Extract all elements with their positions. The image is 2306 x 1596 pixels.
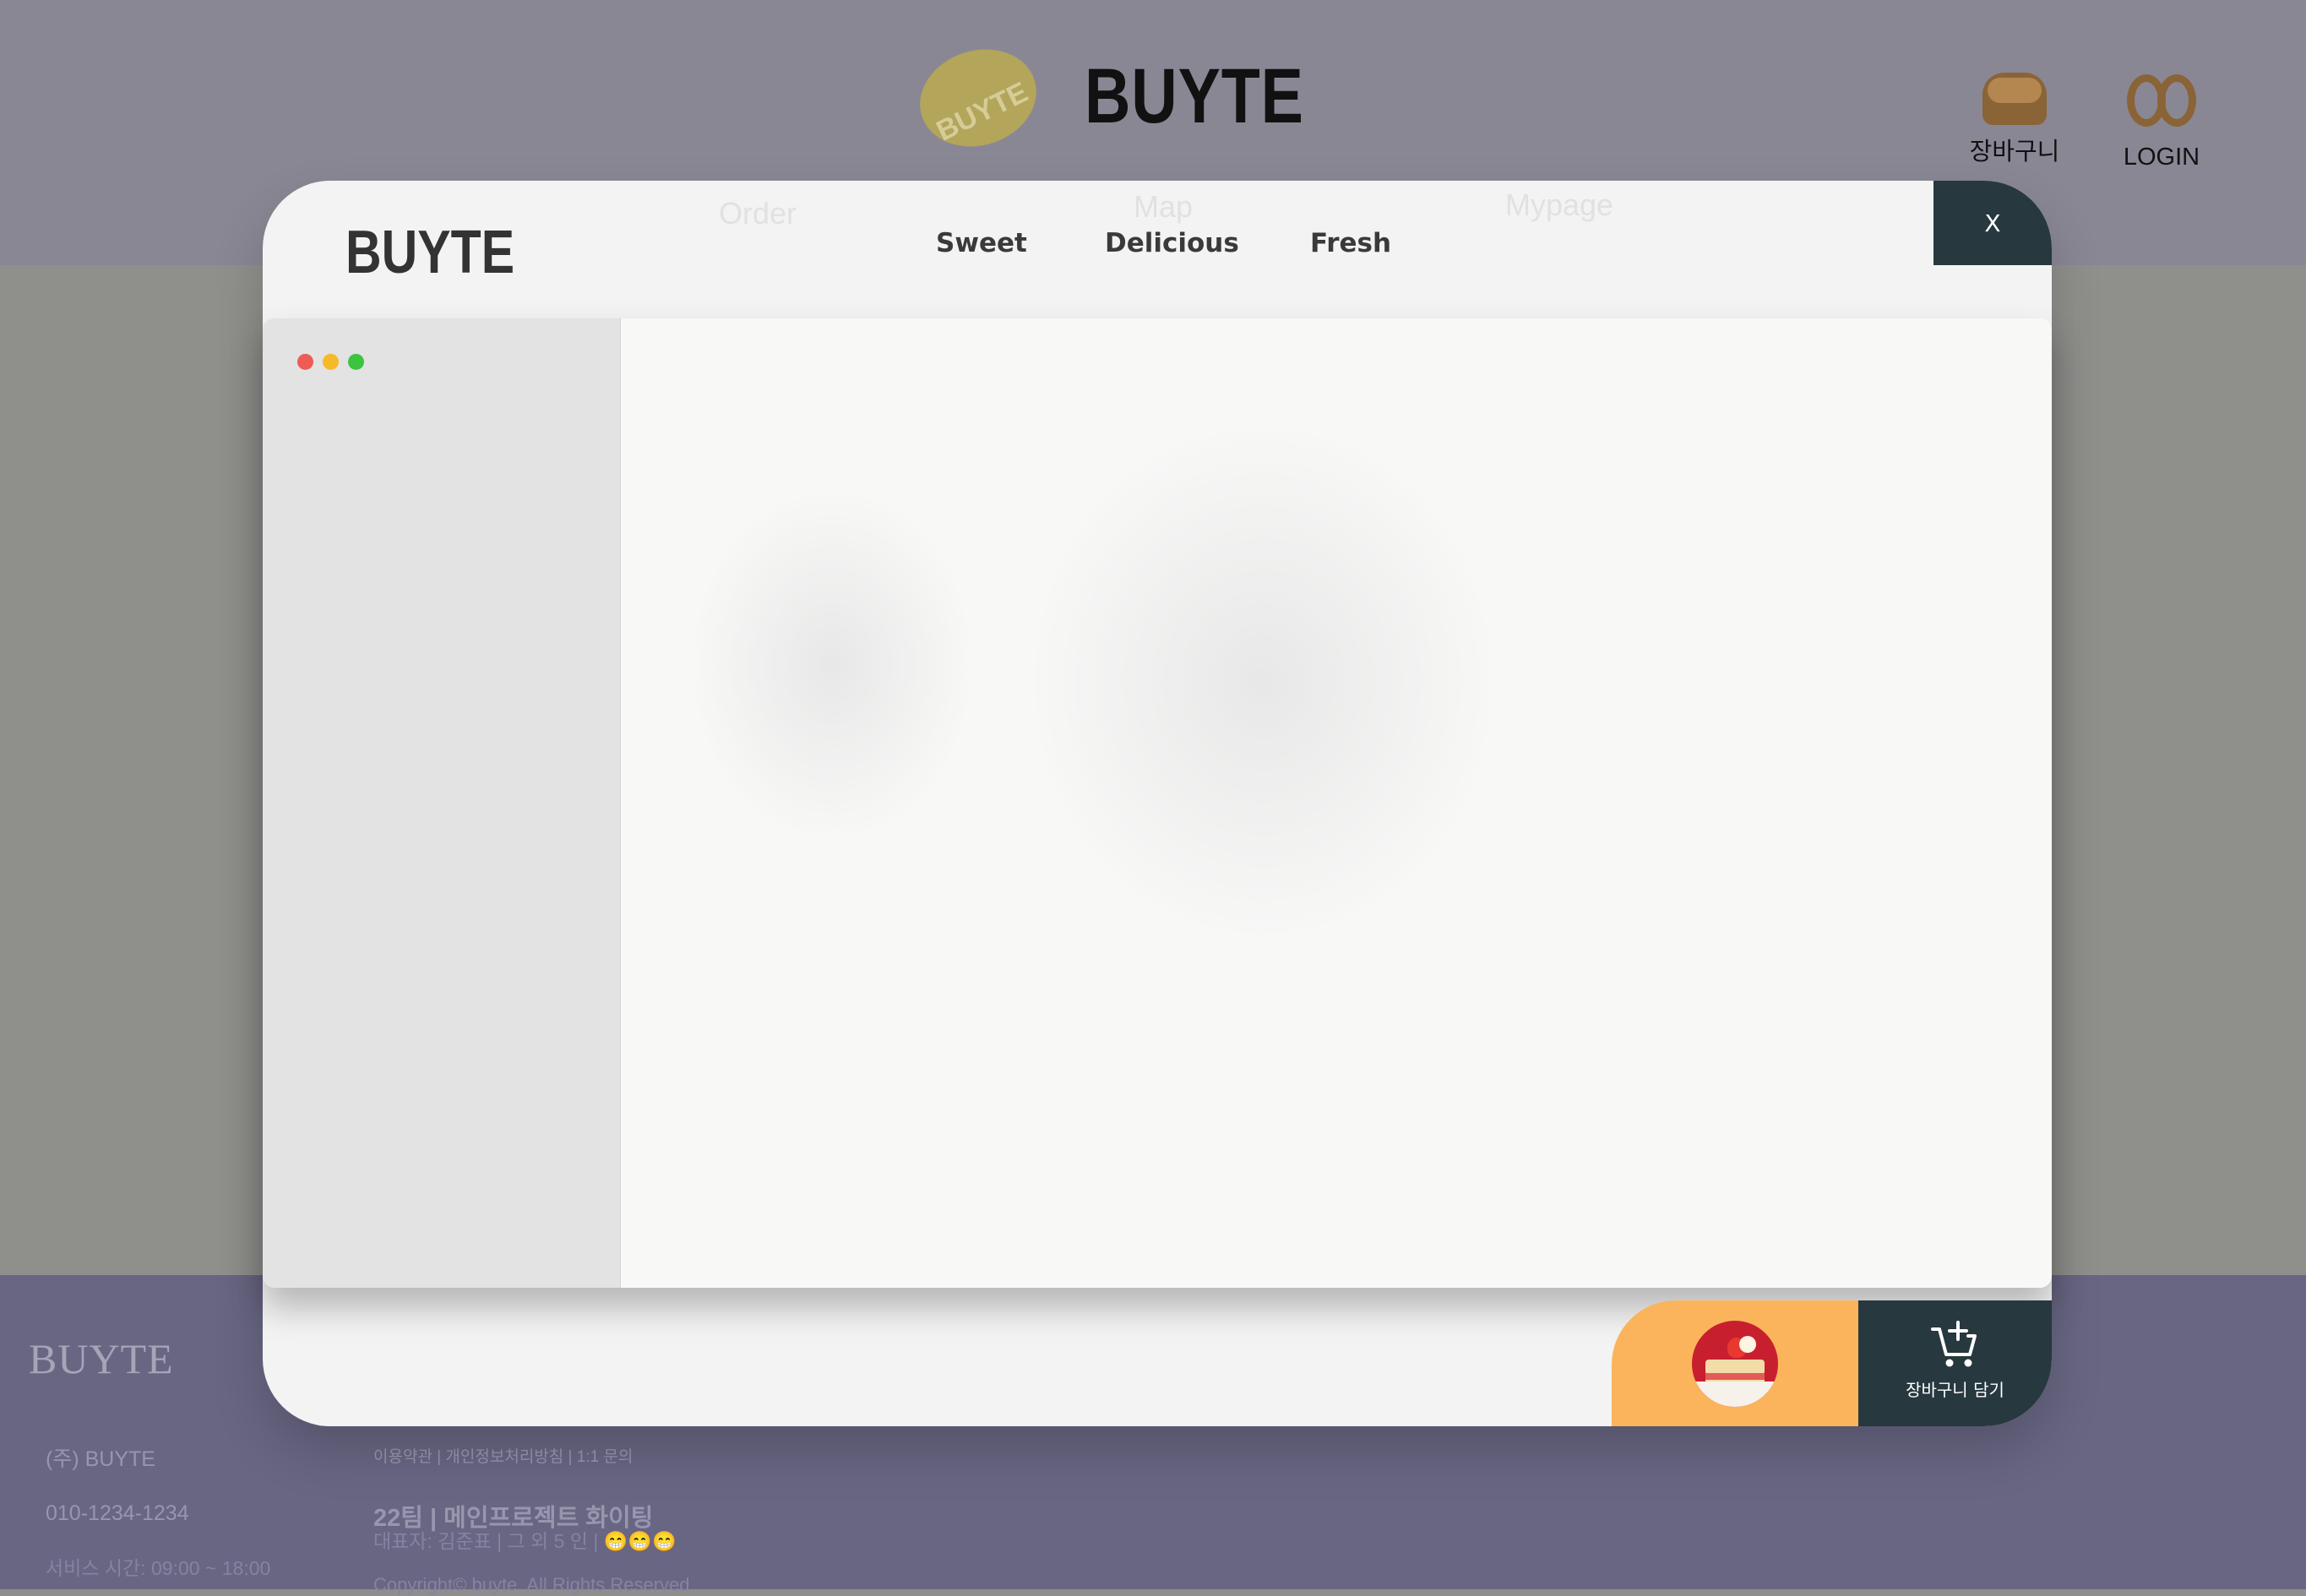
cart-link[interactable]: 장바구니	[1968, 73, 2061, 167]
maximize-dot-icon[interactable]	[348, 354, 364, 370]
minimize-dot-icon[interactable]	[323, 354, 339, 370]
faded-image	[688, 487, 976, 842]
footer-company: (주) BUYTE	[46, 1447, 155, 1471]
login-link[interactable]: LOGIN	[2115, 69, 2208, 171]
product-modal: BUYTE Order Map Mypage Sweet Delicious F…	[263, 181, 2052, 1426]
cake-thumbnail	[1692, 1320, 1778, 1407]
footer-copyright: Copyright© buyte. All Rights Reserved	[373, 1574, 690, 1595]
nav-mypage: Mypage	[1505, 187, 1614, 222]
cart-plus-icon	[1930, 1321, 1977, 1367]
preview-window	[263, 318, 2052, 1288]
nav-map: Map	[1134, 189, 1194, 224]
product-thumbnail-box	[1612, 1300, 1858, 1426]
login-label: LOGIN	[2123, 144, 2200, 171]
close-button[interactable]: X	[1933, 181, 2052, 265]
window-content	[621, 318, 2052, 1288]
add-to-cart-label: 장바구니 담기	[1906, 1380, 2004, 1400]
window-sidebar	[263, 318, 621, 1288]
footer-representative: 대표자: 김준표 | 그 외 5 인 | 😁😁😁	[373, 1530, 677, 1552]
modal-brand: BUYTE	[345, 219, 515, 286]
site-brand[interactable]: BUYTE	[1085, 52, 1304, 141]
modal-header: BUYTE Order Map Mypage Sweet Delicious F…	[263, 181, 2052, 318]
tab-sweet[interactable]: Sweet	[936, 228, 1027, 258]
tab-delicious[interactable]: Delicious	[1105, 228, 1239, 258]
bread-icon	[1982, 73, 2047, 125]
faded-image	[1026, 420, 1499, 943]
footer-logo: BUYTE	[29, 1335, 174, 1382]
pretzel-icon	[2124, 69, 2200, 133]
nav-order: Order	[719, 196, 797, 231]
close-dot-icon[interactable]	[297, 354, 313, 370]
cart-label: 장바구니	[1969, 138, 2060, 166]
add-to-cart-button[interactable]: 장바구니 담기	[1858, 1300, 2052, 1426]
tab-fresh[interactable]: Fresh	[1310, 228, 1391, 258]
footer-links[interactable]: 이용약관 | 개인정보처리방침 | 1:1 문의	[373, 1444, 633, 1467]
footer-phone: 010-1234-1234	[46, 1501, 189, 1525]
footer-hours: 서비스 시간: 09:00 ~ 18:00	[46, 1557, 271, 1579]
